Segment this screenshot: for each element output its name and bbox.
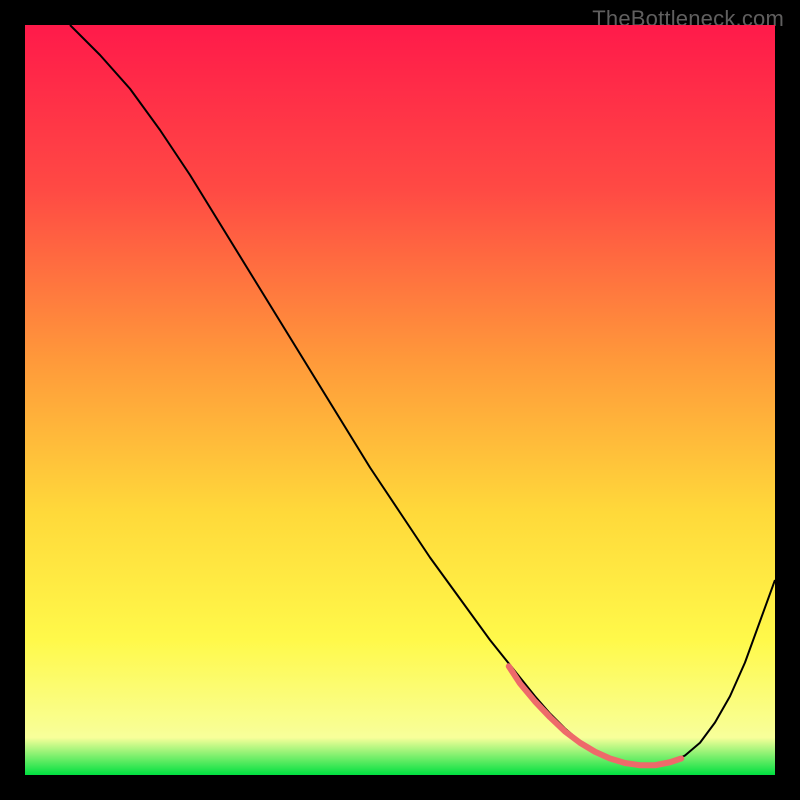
gradient-background <box>25 25 775 775</box>
chart-svg <box>25 25 775 775</box>
chart-container: TheBottleneck.com <box>0 0 800 800</box>
plot-area <box>25 25 775 775</box>
